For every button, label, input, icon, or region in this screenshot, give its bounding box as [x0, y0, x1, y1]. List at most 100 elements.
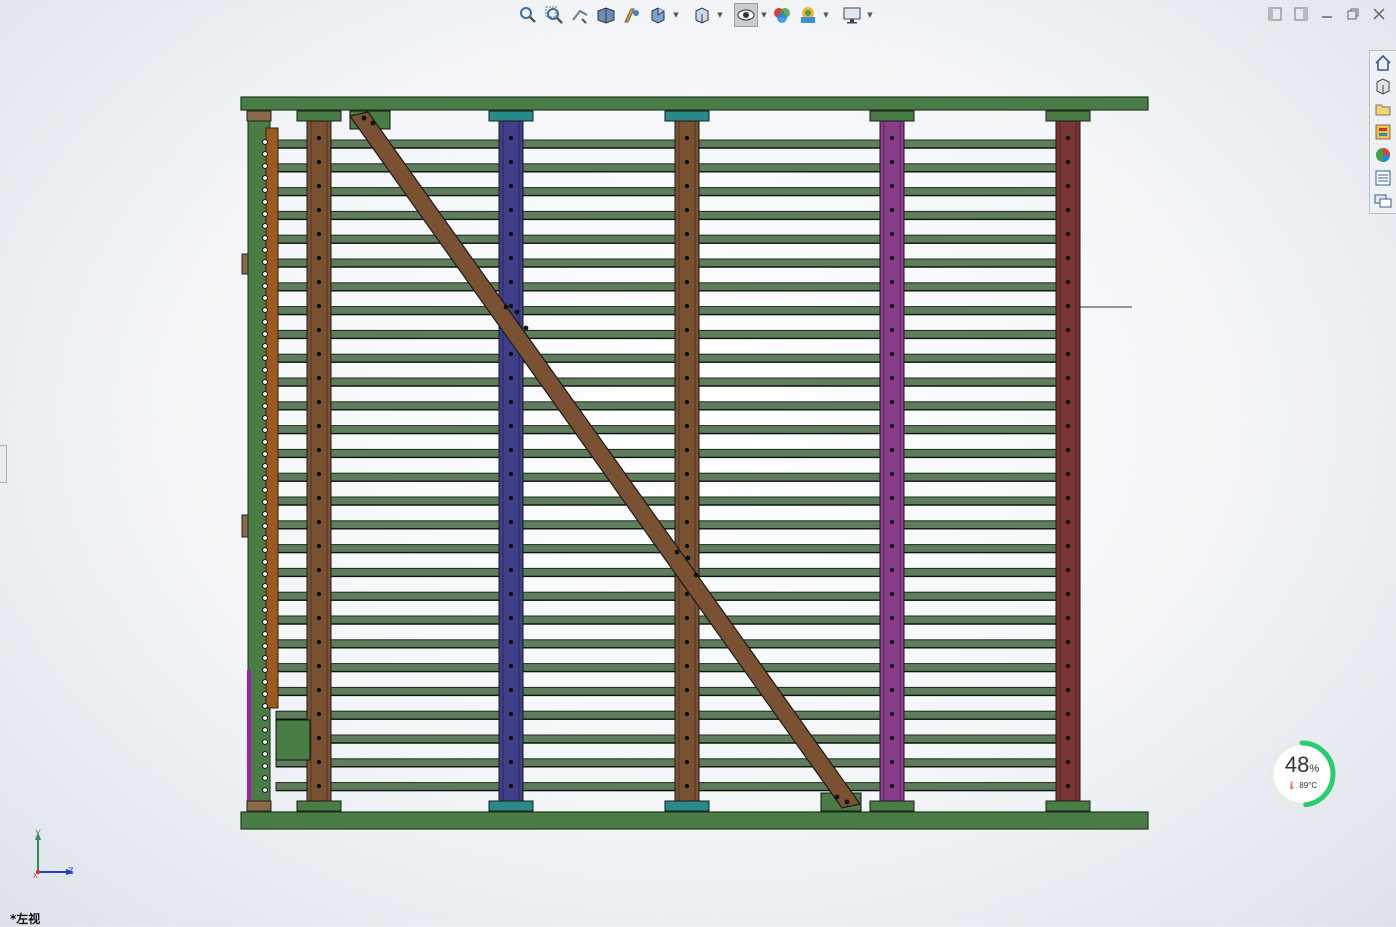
bolt-hole: [508, 159, 514, 165]
gauge-temperature: 🌡 89°C: [1286, 781, 1318, 790]
bolt-hole: [508, 471, 514, 477]
bolt-hole: [1065, 615, 1071, 621]
bolt-hole: [508, 207, 514, 213]
bolt-hole: [508, 519, 514, 525]
chevron-down-icon[interactable]: ▼: [760, 3, 768, 27]
post-top-plate: [296, 110, 342, 122]
bolt-hole: [1065, 423, 1071, 429]
bolt-hole: [316, 303, 322, 309]
shelf-slat: [275, 758, 1059, 768]
shelf-slat: [275, 520, 1059, 530]
brace-bolt: [834, 794, 840, 800]
post-base-plate: [869, 800, 915, 812]
bolt-hole: [316, 399, 322, 405]
bolt-hole: [684, 495, 690, 501]
zoom-to-area-icon[interactable]: [542, 3, 566, 27]
shelf-slat: [275, 782, 1059, 792]
file-explorer-icon[interactable]: [1371, 98, 1395, 120]
bolt-hole: [508, 399, 514, 405]
shelf-slats: [275, 139, 1059, 792]
bolt-hole: [508, 447, 514, 453]
edit-appearance-icon[interactable]: [770, 3, 794, 27]
view-palette-icon[interactable]: [1371, 121, 1395, 143]
corner-gusset: [275, 719, 311, 761]
bolt-hole: [1065, 351, 1071, 357]
end-bolt: [262, 211, 268, 217]
bolt-hole: [316, 447, 322, 453]
apply-scene-icon[interactable]: [796, 3, 820, 27]
shelf-slat: [275, 591, 1059, 601]
rack-frame-model[interactable]: [236, 90, 1156, 835]
design-library-icon[interactable]: [1371, 75, 1395, 97]
previous-view-icon[interactable]: [568, 3, 592, 27]
home-icon[interactable]: [1371, 52, 1395, 74]
thermometer-icon: 🌡: [1286, 781, 1298, 790]
bolt-hole: [1065, 399, 1071, 405]
bolt-hole: [316, 663, 322, 669]
shelf-slat: [275, 615, 1059, 625]
bolt-hole: [316, 207, 322, 213]
bolt-hole: [889, 135, 895, 141]
performance-gauge[interactable]: 48% 🌡 89°C: [1268, 740, 1336, 808]
bolt-hole: [508, 303, 514, 309]
appearances-icon[interactable]: [1371, 144, 1395, 166]
display-style-icon[interactable]: [690, 3, 714, 27]
bolt-hole: [684, 759, 690, 765]
chevron-down-icon[interactable]: ▼: [822, 3, 830, 27]
bolt-hole: [1065, 543, 1071, 549]
shelf-slat: [275, 401, 1059, 411]
view-orientation-icon[interactable]: [646, 3, 670, 27]
bolt-hole: [889, 567, 895, 573]
bolt-hole: [684, 135, 690, 141]
end-bolt: [262, 547, 268, 553]
bolt-hole: [508, 759, 514, 765]
heads-up-view-toolbar: ▼ ▼ ▼ ▼ ▼: [516, 2, 874, 28]
triad-x-label: X: [33, 873, 38, 880]
zoom-to-fit-icon[interactable]: [516, 3, 540, 27]
bolt-hole: [889, 735, 895, 741]
hide-show-items-icon[interactable]: [734, 3, 758, 27]
end-bolt: [262, 571, 268, 577]
feature-manager-collapse-tab[interactable]: [0, 445, 7, 483]
minimize-icon[interactable]: [1316, 4, 1338, 24]
triad-z-label: Z: [68, 866, 74, 876]
chevron-down-icon[interactable]: ▼: [866, 3, 874, 27]
bolt-hole: [684, 183, 690, 189]
view-orientation-label: *左视: [10, 912, 41, 926]
end-bolt: [262, 151, 268, 157]
bolt-hole: [1065, 135, 1071, 141]
side-bracket: [241, 253, 249, 275]
shelf-slat: [275, 472, 1059, 482]
bolt-hole: [1065, 567, 1071, 573]
bolt-hole: [684, 519, 690, 525]
bolt-hole: [316, 591, 322, 597]
custom-properties-icon[interactable]: [1371, 167, 1395, 189]
bolt-hole: [508, 567, 514, 573]
end-bolt: [262, 739, 268, 745]
bolt-hole: [508, 663, 514, 669]
post-top-plate: [1045, 110, 1091, 122]
task-pane: [1369, 50, 1396, 214]
section-view-icon[interactable]: [594, 3, 618, 27]
end-top-cap: [246, 110, 272, 122]
chevron-down-icon[interactable]: ▼: [716, 3, 724, 27]
shelf-slat: [275, 448, 1059, 458]
tile-left-icon[interactable]: [1264, 4, 1286, 24]
restore-icon[interactable]: [1342, 4, 1364, 24]
end-bolt: [262, 667, 268, 673]
dynamic-annotation-icon[interactable]: [620, 3, 644, 27]
triad-y-label: Y: [35, 828, 41, 838]
chevron-down-icon[interactable]: ▼: [672, 3, 680, 27]
view-settings-icon[interactable]: [840, 3, 864, 27]
bolt-hole: [316, 423, 322, 429]
end-bolt: [262, 655, 268, 661]
bolt-hole: [684, 279, 690, 285]
bolt-hole: [889, 279, 895, 285]
close-icon[interactable]: [1368, 4, 1390, 24]
bolt-hole: [889, 423, 895, 429]
bolt-hole: [1065, 495, 1071, 501]
bolt-hole: [508, 687, 514, 693]
forum-icon[interactable]: [1371, 190, 1395, 212]
tile-right-icon[interactable]: [1290, 4, 1312, 24]
bolt-hole: [684, 303, 690, 309]
